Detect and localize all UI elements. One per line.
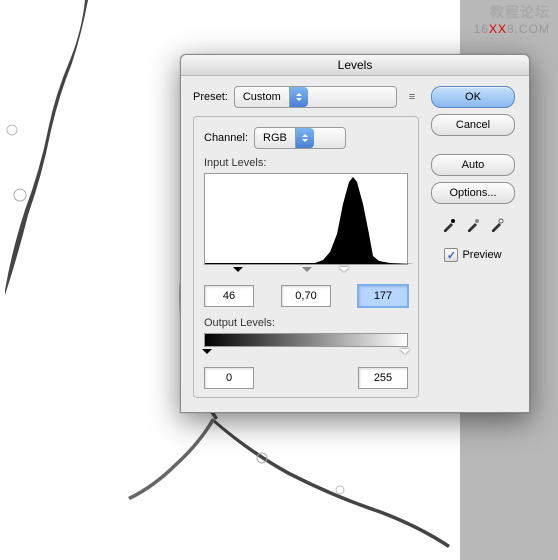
preview-checkbox[interactable]: ✓ xyxy=(444,248,458,262)
preset-select[interactable]: Custom xyxy=(234,86,397,108)
gray-eyedropper-icon[interactable] xyxy=(464,216,482,234)
dropdown-arrows-icon xyxy=(295,128,314,148)
options-button[interactable]: Options... xyxy=(431,182,515,204)
channel-select[interactable]: RGB xyxy=(254,127,346,149)
white-eyedropper-icon[interactable] xyxy=(488,216,506,234)
preview-label: Preview xyxy=(462,249,501,261)
dropdown-arrows-icon xyxy=(289,87,308,107)
eyedropper-group xyxy=(440,216,506,234)
auto-button[interactable]: Auto xyxy=(431,154,515,176)
levels-dialog: Levels Preset: Custom ≡ Channel: RGB xyxy=(180,54,530,413)
output-high-handle[interactable] xyxy=(400,349,410,359)
input-slider[interactable] xyxy=(204,267,408,279)
highlight-slider-handle[interactable] xyxy=(339,267,349,277)
ok-button[interactable]: OK xyxy=(431,86,515,108)
preview-checkbox-row[interactable]: ✓ Preview xyxy=(444,248,501,262)
dialog-titlebar[interactable]: Levels xyxy=(181,55,529,76)
output-low-handle[interactable] xyxy=(202,349,212,359)
preset-menu-icon[interactable]: ≡ xyxy=(405,91,419,103)
output-levels-label: Output Levels: xyxy=(204,317,408,329)
output-gradient xyxy=(204,333,408,347)
cancel-button[interactable]: Cancel xyxy=(431,114,515,136)
input-levels-label: Input Levels: xyxy=(204,157,408,169)
midtone-input[interactable] xyxy=(281,285,331,307)
output-low-input[interactable] xyxy=(204,367,254,389)
preset-label: Preset: xyxy=(193,91,228,103)
black-eyedropper-icon[interactable] xyxy=(440,216,458,234)
shadow-input[interactable] xyxy=(204,285,254,307)
histogram xyxy=(204,173,408,265)
channel-label: Channel: xyxy=(204,132,248,144)
midtone-slider-handle[interactable] xyxy=(302,267,312,277)
output-slider[interactable] xyxy=(204,349,408,361)
highlight-input[interactable] xyxy=(358,285,408,307)
output-high-input[interactable] xyxy=(358,367,408,389)
watermark-text-1: 教程论坛 xyxy=(490,2,550,22)
watermark-text-2: 16XX8.COM xyxy=(474,22,550,36)
shadow-slider-handle[interactable] xyxy=(233,267,243,277)
